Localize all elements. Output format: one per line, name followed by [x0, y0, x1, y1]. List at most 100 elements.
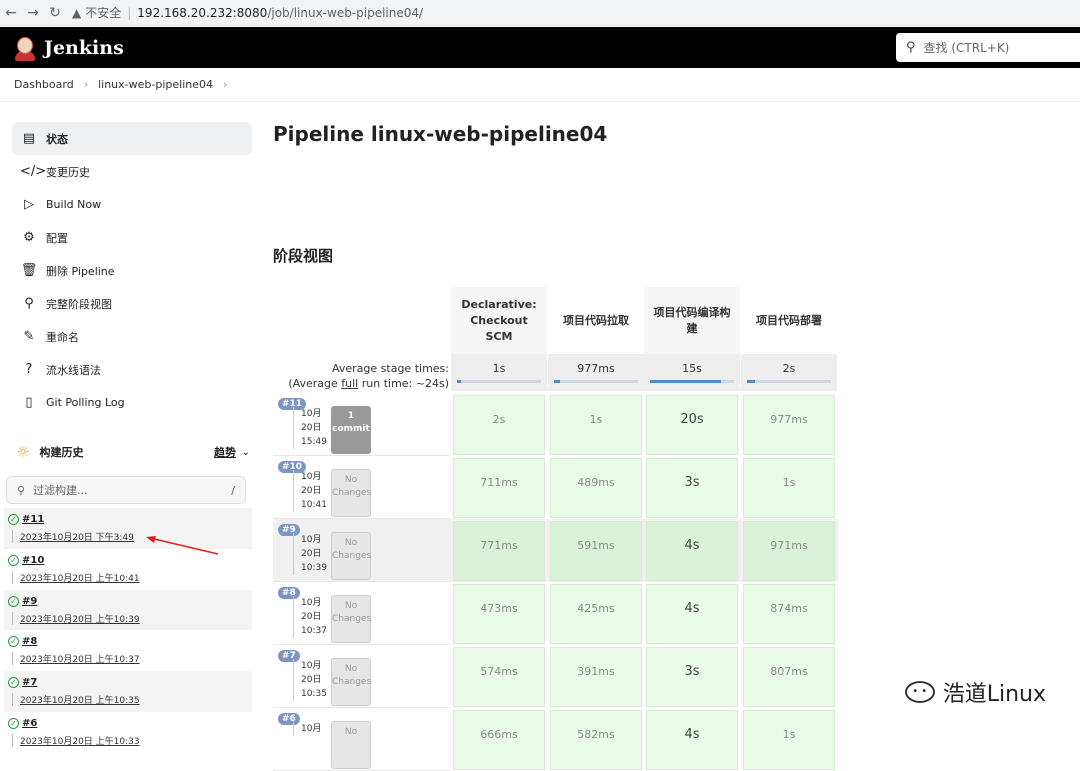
- task-git-polling-log[interactable]: ▯ Git Polling Log: [12, 386, 252, 419]
- jenkins-logo[interactable]: Jenkins: [14, 35, 124, 61]
- pencil-icon: ✎: [23, 329, 35, 344]
- stage-run-row[interactable]: #7 10月 20日 10:35 No Changes 574ms 391ms 3s 807ms: [273, 645, 838, 708]
- stage-run-row[interactable]: #9 10月 20日 10:39 No Changes 771ms 591ms 4s 971ms: [273, 519, 838, 582]
- stage-cell[interactable]: 2s: [453, 395, 545, 455]
- changes-box[interactable]: No Changes: [331, 469, 371, 517]
- stage-run-row[interactable]: #11 10月 20日 15:49 1 commit 2s 1s 20s 977ms: [273, 393, 838, 456]
- stage-cell[interactable]: 4s: [646, 710, 738, 770]
- code-icon: </>: [20, 164, 47, 179]
- search-input[interactable]: ⚲ 查找 (CTRL+K): [896, 33, 1080, 62]
- changes-box[interactable]: 1 commit: [331, 406, 371, 454]
- run-day: 20日: [301, 486, 322, 496]
- stage-run-row[interactable]: #6 10月 No 666ms 582ms 4s 1s: [273, 708, 838, 771]
- stage-cell[interactable]: 425ms: [550, 584, 642, 644]
- average-time-bar-fill: [650, 380, 722, 383]
- changes-box[interactable]: No Changes: [331, 532, 371, 580]
- build-number-link[interactable]: #7: [22, 677, 37, 688]
- stage-cell[interactable]: 582ms: [550, 710, 642, 770]
- build-history-item[interactable]: ✓ #8 2023年10月20日 上午10:37: [4, 630, 252, 671]
- task-rename[interactable]: ✎ 重命名: [12, 320, 252, 353]
- trend-link[interactable]: 趋势: [214, 444, 236, 460]
- run-time: 10:35: [301, 689, 327, 699]
- stage-cell[interactable]: 874ms: [743, 584, 835, 644]
- watermark-text: 浩道Linux: [942, 682, 1046, 707]
- stage-cell[interactable]: 574ms: [453, 647, 545, 707]
- address-bar[interactable]: ▲ 不安全 | 192.168.20.232:8080 /job/linux-w…: [72, 3, 423, 23]
- average-time-text: 977ms: [577, 362, 615, 375]
- changes-box[interactable]: No Changes: [331, 658, 371, 706]
- build-history-item[interactable]: ✓ #7 2023年10月20日 上午10:35: [4, 671, 252, 712]
- run-date: 10月 20日 15:49: [293, 407, 327, 449]
- task-pipeline-syntax[interactable]: ? 流水线语法: [12, 353, 252, 386]
- full-run-link[interactable]: full: [341, 377, 358, 390]
- stage-cell[interactable]: 4s: [646, 584, 738, 644]
- build-history-item[interactable]: ✓ #9 2023年10月20日 上午10:39: [4, 589, 252, 631]
- task-status[interactable]: ▤ 状态: [12, 122, 252, 155]
- build-date-link[interactable]: 2023年10月20日 上午10:39: [12, 611, 252, 625]
- stage-cell[interactable]: 1s: [743, 710, 835, 770]
- back-icon[interactable]: ←: [0, 0, 22, 26]
- stage-cell[interactable]: 771ms: [453, 521, 545, 581]
- chevron-down-icon[interactable]: ⌄: [242, 447, 250, 458]
- stage-run-row[interactable]: #10 10月 20日 10:41 No Changes 711ms 489ms 3s 1s: [273, 456, 838, 519]
- stage-cell[interactable]: 711ms: [453, 458, 545, 518]
- stage-cell[interactable]: 3s: [646, 647, 738, 707]
- stage-cell[interactable]: 20s: [646, 395, 738, 455]
- run-info: #11 10月 20日 15:49 1 commit: [273, 393, 449, 456]
- stage-cell[interactable]: 807ms: [743, 647, 835, 707]
- annotation-arrow: [146, 536, 219, 555]
- changes-box[interactable]: No Changes: [331, 595, 371, 643]
- sun-icon: ☼: [16, 443, 30, 461]
- run-month: 10月: [301, 409, 322, 419]
- build-number-link[interactable]: #9: [22, 596, 37, 607]
- average-time-bar: [747, 380, 831, 383]
- success-check-icon: ✓: [8, 677, 19, 689]
- stage-cell[interactable]: 489ms: [550, 458, 642, 518]
- stage-cell[interactable]: 3s: [646, 458, 738, 518]
- build-date-link[interactable]: 2023年10月20日 上午10:37: [12, 652, 252, 666]
- average-time-bar-fill: [554, 380, 560, 383]
- gear-icon: ⚙: [23, 230, 35, 245]
- task-build-now[interactable]: ▷ Build Now: [12, 188, 252, 221]
- run-info: #8 10月 20日 10:37 No Changes: [273, 582, 449, 645]
- forward-icon[interactable]: →: [22, 0, 44, 26]
- build-number-link[interactable]: #11: [22, 514, 44, 525]
- stage-cell[interactable]: 971ms: [743, 521, 835, 581]
- stage-run-row[interactable]: #8 10月 20日 10:37 No Changes 473ms 425ms 4s 874ms: [273, 582, 838, 645]
- stage-cell[interactable]: 473ms: [453, 584, 545, 644]
- stage-cell[interactable]: 591ms: [550, 521, 642, 581]
- build-date-link[interactable]: 2023年10月20日 上午10:33: [12, 733, 252, 747]
- stage-cell[interactable]: 1s: [743, 458, 835, 518]
- stage-cell[interactable]: 1s: [550, 395, 642, 455]
- task-delete[interactable]: 🗑 删除 Pipeline: [12, 254, 252, 287]
- breadcrumb-job[interactable]: linux-web-pipeline04: [98, 78, 213, 91]
- build-number-link[interactable]: #8: [22, 636, 37, 647]
- build-number-link[interactable]: #6: [22, 718, 37, 729]
- stage-cell[interactable]: 391ms: [550, 647, 642, 707]
- chevron-right-icon: ›: [83, 78, 89, 91]
- build-number-link[interactable]: #10: [22, 555, 44, 566]
- task-full-stage-view[interactable]: ⚲ 完整阶段视图: [12, 287, 252, 320]
- stage-cell[interactable]: 4s: [646, 521, 738, 581]
- search-icon: ⚲: [24, 296, 34, 311]
- page-title: Pipeline linux-web-pipeline04: [273, 122, 608, 146]
- run-date: 10月 20日 10:37: [293, 596, 327, 638]
- watermark: • • 浩道Linux: [904, 676, 1046, 708]
- stage-cell[interactable]: 977ms: [743, 395, 835, 455]
- task-configure[interactable]: ⚙ 配置: [12, 221, 252, 254]
- build-date-link[interactable]: 2023年10月20日 上午10:41: [12, 570, 252, 584]
- filter-builds-input[interactable]: ⚲ 过滤构建... /: [6, 476, 246, 504]
- stage-average-time: 2s: [741, 354, 837, 391]
- build-history-item[interactable]: ✓ #6 2023年10月20日 上午10:33: [4, 712, 252, 753]
- changes-box[interactable]: No: [331, 721, 371, 769]
- average-time-bar-fill: [747, 380, 756, 383]
- chevron-right-icon[interactable]: ›: [223, 78, 227, 91]
- run-time: 10:39: [301, 563, 327, 573]
- breadcrumb: Dashboard › linux-web-pipeline04 ›: [0, 68, 1080, 102]
- stage-cell[interactable]: 666ms: [453, 710, 545, 770]
- run-info: #7 10月 20日 10:35 No Changes: [273, 645, 449, 708]
- task-changes[interactable]: </> 变更历史: [12, 155, 252, 188]
- reload-icon[interactable]: ↻: [44, 0, 66, 26]
- breadcrumb-dashboard[interactable]: Dashboard: [14, 78, 74, 91]
- build-date-link[interactable]: 2023年10月20日 上午10:35: [12, 693, 252, 707]
